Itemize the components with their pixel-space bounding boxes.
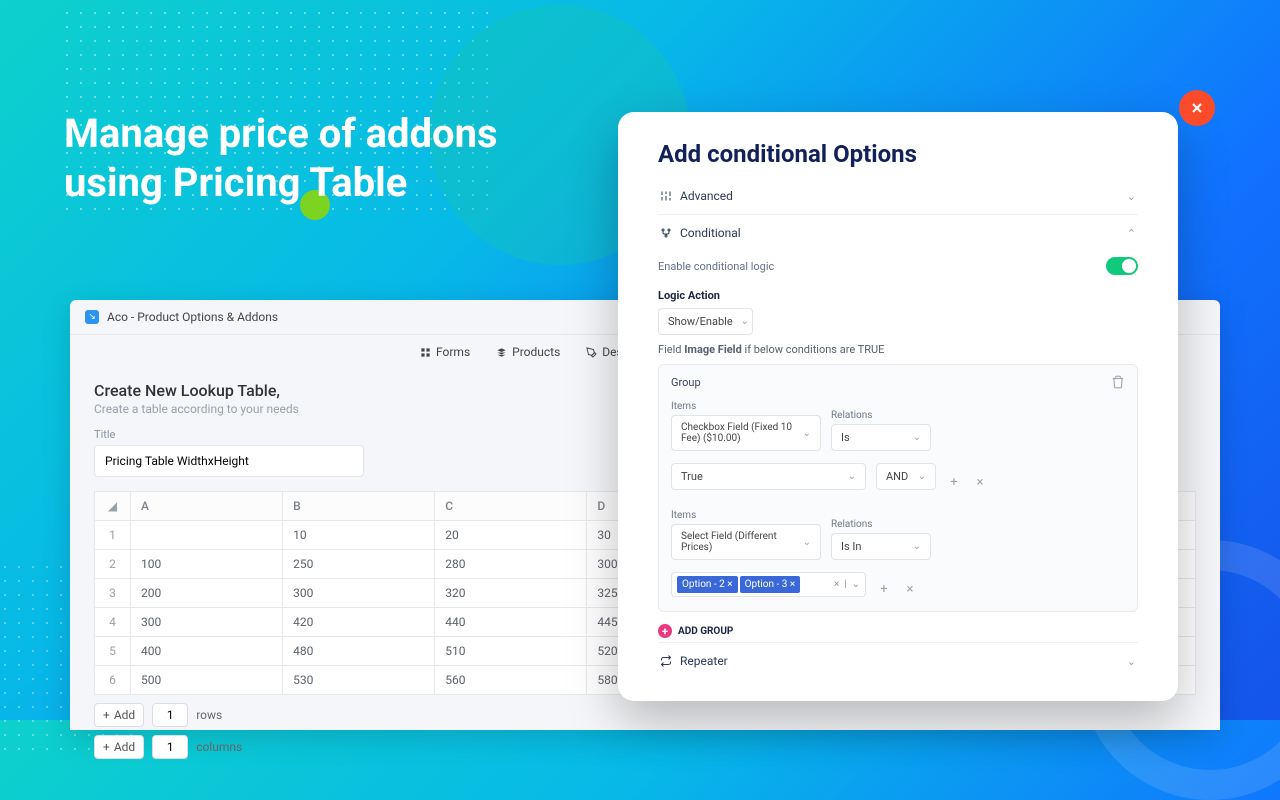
items-select-1[interactable]: Checkbox Field (Fixed 10 Fee) ($10.00)⌄ — [671, 415, 821, 451]
close-modal-button[interactable] — [1179, 90, 1215, 126]
col-C[interactable]: C — [435, 492, 587, 521]
table-cell[interactable]: 530 — [283, 666, 435, 695]
relations-select-2[interactable]: Is In⌄ — [831, 533, 931, 560]
modal-title: Add conditional Options — [658, 140, 1138, 168]
selected-tag[interactable]: Option - 3 × — [740, 576, 801, 593]
table-cell[interactable]: 10 — [283, 521, 435, 550]
enable-logic-label: Enable conditional logic — [658, 260, 774, 273]
plus-circle-icon: + — [658, 624, 672, 638]
accordion-conditional[interactable]: Conditional ⌃ — [658, 214, 1138, 251]
row-index: 5 — [95, 637, 131, 666]
remove-condition-icon-2[interactable]: × — [902, 581, 918, 597]
nav-products[interactable]: Products — [496, 345, 560, 359]
items-select-2[interactable]: Select Field (Different Prices)⌄ — [671, 524, 821, 560]
table-cell[interactable]: 100 — [131, 550, 283, 579]
items-label-2: Items — [671, 510, 821, 521]
condition-hint: Field Image Field if below conditions ar… — [658, 343, 1138, 356]
dropdown-icon[interactable]: ⌄ — [852, 579, 860, 590]
table-cell[interactable]: 250 — [283, 550, 435, 579]
table-cell[interactable]: 400 — [131, 637, 283, 666]
table-cell[interactable]: 200 — [131, 579, 283, 608]
app-name: Aco - Product Options & Addons — [107, 310, 278, 324]
relations-label-2: Relations — [831, 519, 931, 530]
table-cell[interactable]: 480 — [283, 637, 435, 666]
table-cell[interactable]: 420 — [283, 608, 435, 637]
logic-action-label: Logic Action — [658, 289, 1138, 302]
chevron-down-icon: ⌄ — [1127, 655, 1136, 668]
remove-condition-icon[interactable]: × — [972, 474, 988, 490]
branch-icon — [660, 227, 672, 239]
clear-tags-icon[interactable]: × — [834, 579, 839, 590]
table-cell[interactable]: 510 — [435, 637, 587, 666]
table-cell[interactable]: 300 — [283, 579, 435, 608]
table-cell[interactable]: 440 — [435, 608, 587, 637]
accordion-repeater[interactable]: Repeater ⌄ — [658, 642, 1138, 679]
col-B[interactable]: B — [283, 492, 435, 521]
sliders-icon — [660, 190, 672, 202]
nav-forms[interactable]: Forms — [420, 345, 470, 359]
table-cell[interactable]: 280 — [435, 550, 587, 579]
add-group-button[interactable]: + ADD GROUP — [658, 624, 1138, 638]
add-rows-count[interactable] — [152, 703, 188, 727]
row-index: 2 — [95, 550, 131, 579]
delete-group-icon[interactable] — [1111, 375, 1125, 389]
add-cols-button[interactable]: + Add — [94, 735, 144, 759]
add-rows-button[interactable]: + Add — [94, 703, 144, 727]
value-select-1[interactable]: True⌄ — [671, 463, 866, 490]
table-cell[interactable]: 320 — [435, 579, 587, 608]
table-cell[interactable]: 20 — [435, 521, 587, 550]
relations-label-1: Relations — [831, 410, 931, 421]
add-condition-icon[interactable]: + — [946, 474, 962, 490]
conditional-options-modal: Add conditional Options Advanced ⌄ Condi… — [618, 112, 1178, 701]
logic-action-select[interactable]: Show/Enable⌄ — [658, 308, 753, 335]
table-cell[interactable]: 560 — [435, 666, 587, 695]
row-index: 3 — [95, 579, 131, 608]
table-corner: ◢ — [95, 492, 131, 521]
col-A[interactable]: A — [131, 492, 283, 521]
condition-group: Group Items Checkbox Field (Fixed 10 Fee… — [658, 364, 1138, 612]
selected-tag[interactable]: Option - 2 × — [677, 576, 738, 593]
close-icon — [1189, 100, 1205, 116]
chevron-up-icon: ⌃ — [1127, 227, 1136, 240]
row-index: 4 — [95, 608, 131, 637]
table-cell[interactable]: 300 — [131, 608, 283, 637]
value-multiselect-2[interactable]: Option - 2 × Option - 3 × ×|⌄ — [671, 572, 866, 597]
accordion-advanced[interactable]: Advanced ⌄ — [658, 178, 1138, 214]
andor-select-1[interactable]: AND⌄ — [876, 463, 936, 490]
hero-title: Manage price of addons using Pricing Tab… — [64, 110, 498, 208]
cols-label: columns — [196, 740, 242, 754]
enable-logic-toggle[interactable] — [1106, 257, 1138, 275]
app-logo-icon: ↘ — [85, 310, 99, 324]
group-label: Group — [671, 376, 701, 389]
table-cell[interactable] — [131, 521, 283, 550]
add-condition-icon-2[interactable]: + — [876, 581, 892, 597]
row-index: 1 — [95, 521, 131, 550]
relations-select-1[interactable]: Is⌄ — [831, 424, 931, 451]
add-cols-count[interactable] — [152, 735, 188, 759]
row-index: 6 — [95, 666, 131, 695]
table-cell[interactable]: 500 — [131, 666, 283, 695]
chevron-down-icon: ⌄ — [1127, 190, 1136, 203]
repeat-icon — [660, 655, 672, 667]
items-label-1: Items — [671, 401, 821, 412]
title-input[interactable] — [94, 445, 364, 477]
